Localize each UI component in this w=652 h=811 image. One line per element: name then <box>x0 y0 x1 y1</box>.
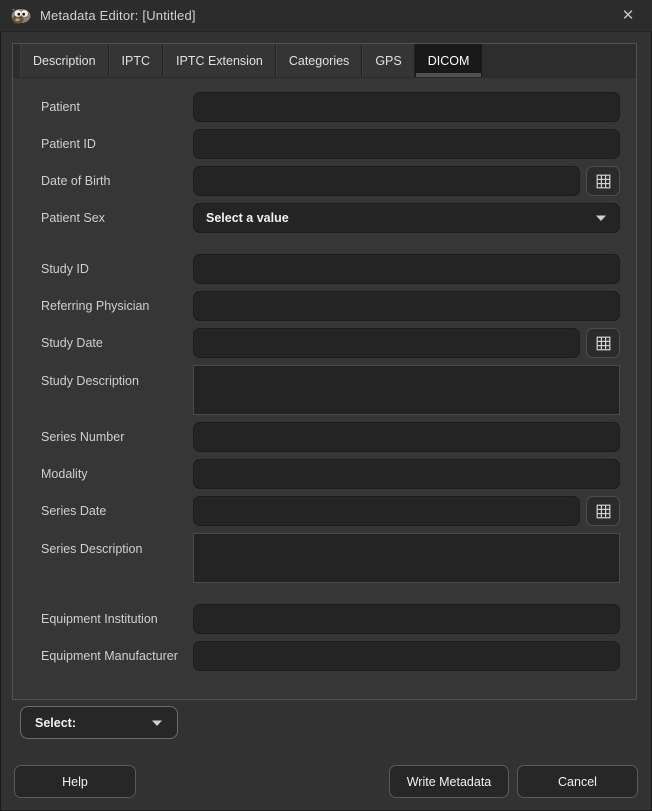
date-of-birth-input[interactable] <box>193 166 580 196</box>
date-of-birth-label: Date of Birth <box>28 174 193 188</box>
study-description-textarea[interactable] <box>193 365 620 415</box>
field-group-3: Equipment Institution Equipment Manufactu… <box>28 604 620 671</box>
series-date-label: Series Date <box>28 504 193 518</box>
study-description-control <box>193 365 620 415</box>
patient-control <box>193 92 620 122</box>
chevron-down-icon <box>151 719 163 727</box>
equipment-institution-label: Equipment Institution <box>28 612 193 626</box>
series-date-control <box>193 496 620 526</box>
equipment-institution-row: Equipment Institution <box>28 604 620 634</box>
modality-control <box>193 459 620 489</box>
calendar-grid-icon <box>595 503 612 520</box>
patient-sex-control: Select a value <box>193 203 620 233</box>
equipment-manufacturer-control <box>193 641 620 671</box>
study-date-row: Study Date <box>28 328 620 358</box>
series-date-row: Series Date <box>28 496 620 526</box>
write-metadata-button[interactable]: Write Metadata <box>389 765 509 798</box>
tab-categories[interactable]: Categories <box>276 44 362 77</box>
cancel-button[interactable]: Cancel <box>517 765 638 798</box>
tab-iptc[interactable]: IPTC <box>109 44 163 77</box>
equipment-manufacturer-input[interactable] <box>193 641 620 671</box>
equipment-manufacturer-label: Equipment Manufacturer <box>28 649 193 663</box>
titlebar[interactable]: Metadata Editor: [Untitled] ✕ <box>0 0 652 32</box>
series-number-label: Series Number <box>28 430 193 444</box>
field-group-2: Study ID Referring Physician Study Date Stu… <box>28 254 620 583</box>
calendar-grid-icon <box>595 335 612 352</box>
calendar-grid-icon <box>595 173 612 190</box>
select-dropdown[interactable]: Select: <box>20 706 178 739</box>
tab-bar: DescriptionIPTCIPTC ExtensionCategoriesG… <box>13 44 636 78</box>
study-date-calendar-button[interactable] <box>586 328 620 358</box>
series-description-textarea[interactable] <box>193 533 620 583</box>
study-date-label: Study Date <box>28 336 193 350</box>
study-date-control <box>193 328 620 358</box>
referring-physician-label: Referring Physician <box>28 299 193 313</box>
patient-id-label: Patient ID <box>28 137 193 151</box>
dicom-tab-panel: Patient Patient ID Date of Birth Patient Se… <box>13 78 636 699</box>
metadata-notebook: DescriptionIPTCIPTC ExtensionCategoriesG… <box>12 43 637 700</box>
patient-input[interactable] <box>193 92 620 122</box>
study-id-input[interactable] <box>193 254 620 284</box>
series-description-control <box>193 533 620 583</box>
patient-id-row: Patient ID <box>28 129 620 159</box>
dicom-form: Patient Patient ID Date of Birth Patient Se… <box>28 92 620 671</box>
tab-dicom[interactable]: DICOM <box>415 44 483 77</box>
close-icon[interactable]: ✕ <box>614 4 642 28</box>
patient-id-input[interactable] <box>193 129 620 159</box>
select-dropdown-label: Select: <box>35 716 76 730</box>
patient-sex-label: Patient Sex <box>28 211 193 225</box>
metadata-editor-window: { "window": { "title": "Metadata Editor:… <box>0 0 652 811</box>
study-id-control <box>193 254 620 284</box>
study-description-label: Study Description <box>28 365 193 388</box>
date-of-birth-control <box>193 166 620 196</box>
date-of-birth-calendar-button[interactable] <box>586 166 620 196</box>
series-description-row: Series Description <box>28 533 620 583</box>
series-date-input[interactable] <box>193 496 580 526</box>
modality-row: Modality <box>28 459 620 489</box>
gimp-wilber-icon <box>10 7 32 25</box>
study-description-row: Study Description <box>28 365 620 415</box>
patient-label: Patient <box>28 100 193 114</box>
modality-label: Modality <box>28 467 193 481</box>
patient-row: Patient <box>28 92 620 122</box>
patient-sex-dropdown[interactable]: Select a value <box>193 203 620 233</box>
tab-description[interactable]: Description <box>20 44 109 77</box>
tab-gps[interactable]: GPS <box>362 44 414 77</box>
patient-id-control <box>193 129 620 159</box>
series-date-calendar-button[interactable] <box>586 496 620 526</box>
date-of-birth-row: Date of Birth <box>28 166 620 196</box>
equipment-institution-control <box>193 604 620 634</box>
referring-physician-control <box>193 291 620 321</box>
equipment-manufacturer-row: Equipment Manufacturer <box>28 641 620 671</box>
patient-sex-row: Patient Sex Select a value <box>28 203 620 233</box>
field-group-1: Patient Patient ID Date of Birth Patient Se… <box>28 92 620 233</box>
referring-physician-row: Referring Physician <box>28 291 620 321</box>
series-number-input[interactable] <box>193 422 620 452</box>
window-title: Metadata Editor: [Untitled] <box>40 8 196 23</box>
action-bar: Help Write Metadata Cancel <box>14 765 638 798</box>
study-date-input[interactable] <box>193 328 580 358</box>
modality-input[interactable] <box>193 459 620 489</box>
help-button[interactable]: Help <box>14 765 136 798</box>
study-id-label: Study ID <box>28 262 193 276</box>
patient-sex-dropdown-value: Select a value <box>206 211 289 225</box>
referring-physician-input[interactable] <box>193 291 620 321</box>
series-number-row: Series Number <box>28 422 620 452</box>
chevron-down-icon <box>595 214 607 222</box>
tab-iptc-extension[interactable]: IPTC Extension <box>163 44 276 77</box>
study-id-row: Study ID <box>28 254 620 284</box>
series-number-control <box>193 422 620 452</box>
series-description-label: Series Description <box>28 533 193 556</box>
equipment-institution-input[interactable] <box>193 604 620 634</box>
